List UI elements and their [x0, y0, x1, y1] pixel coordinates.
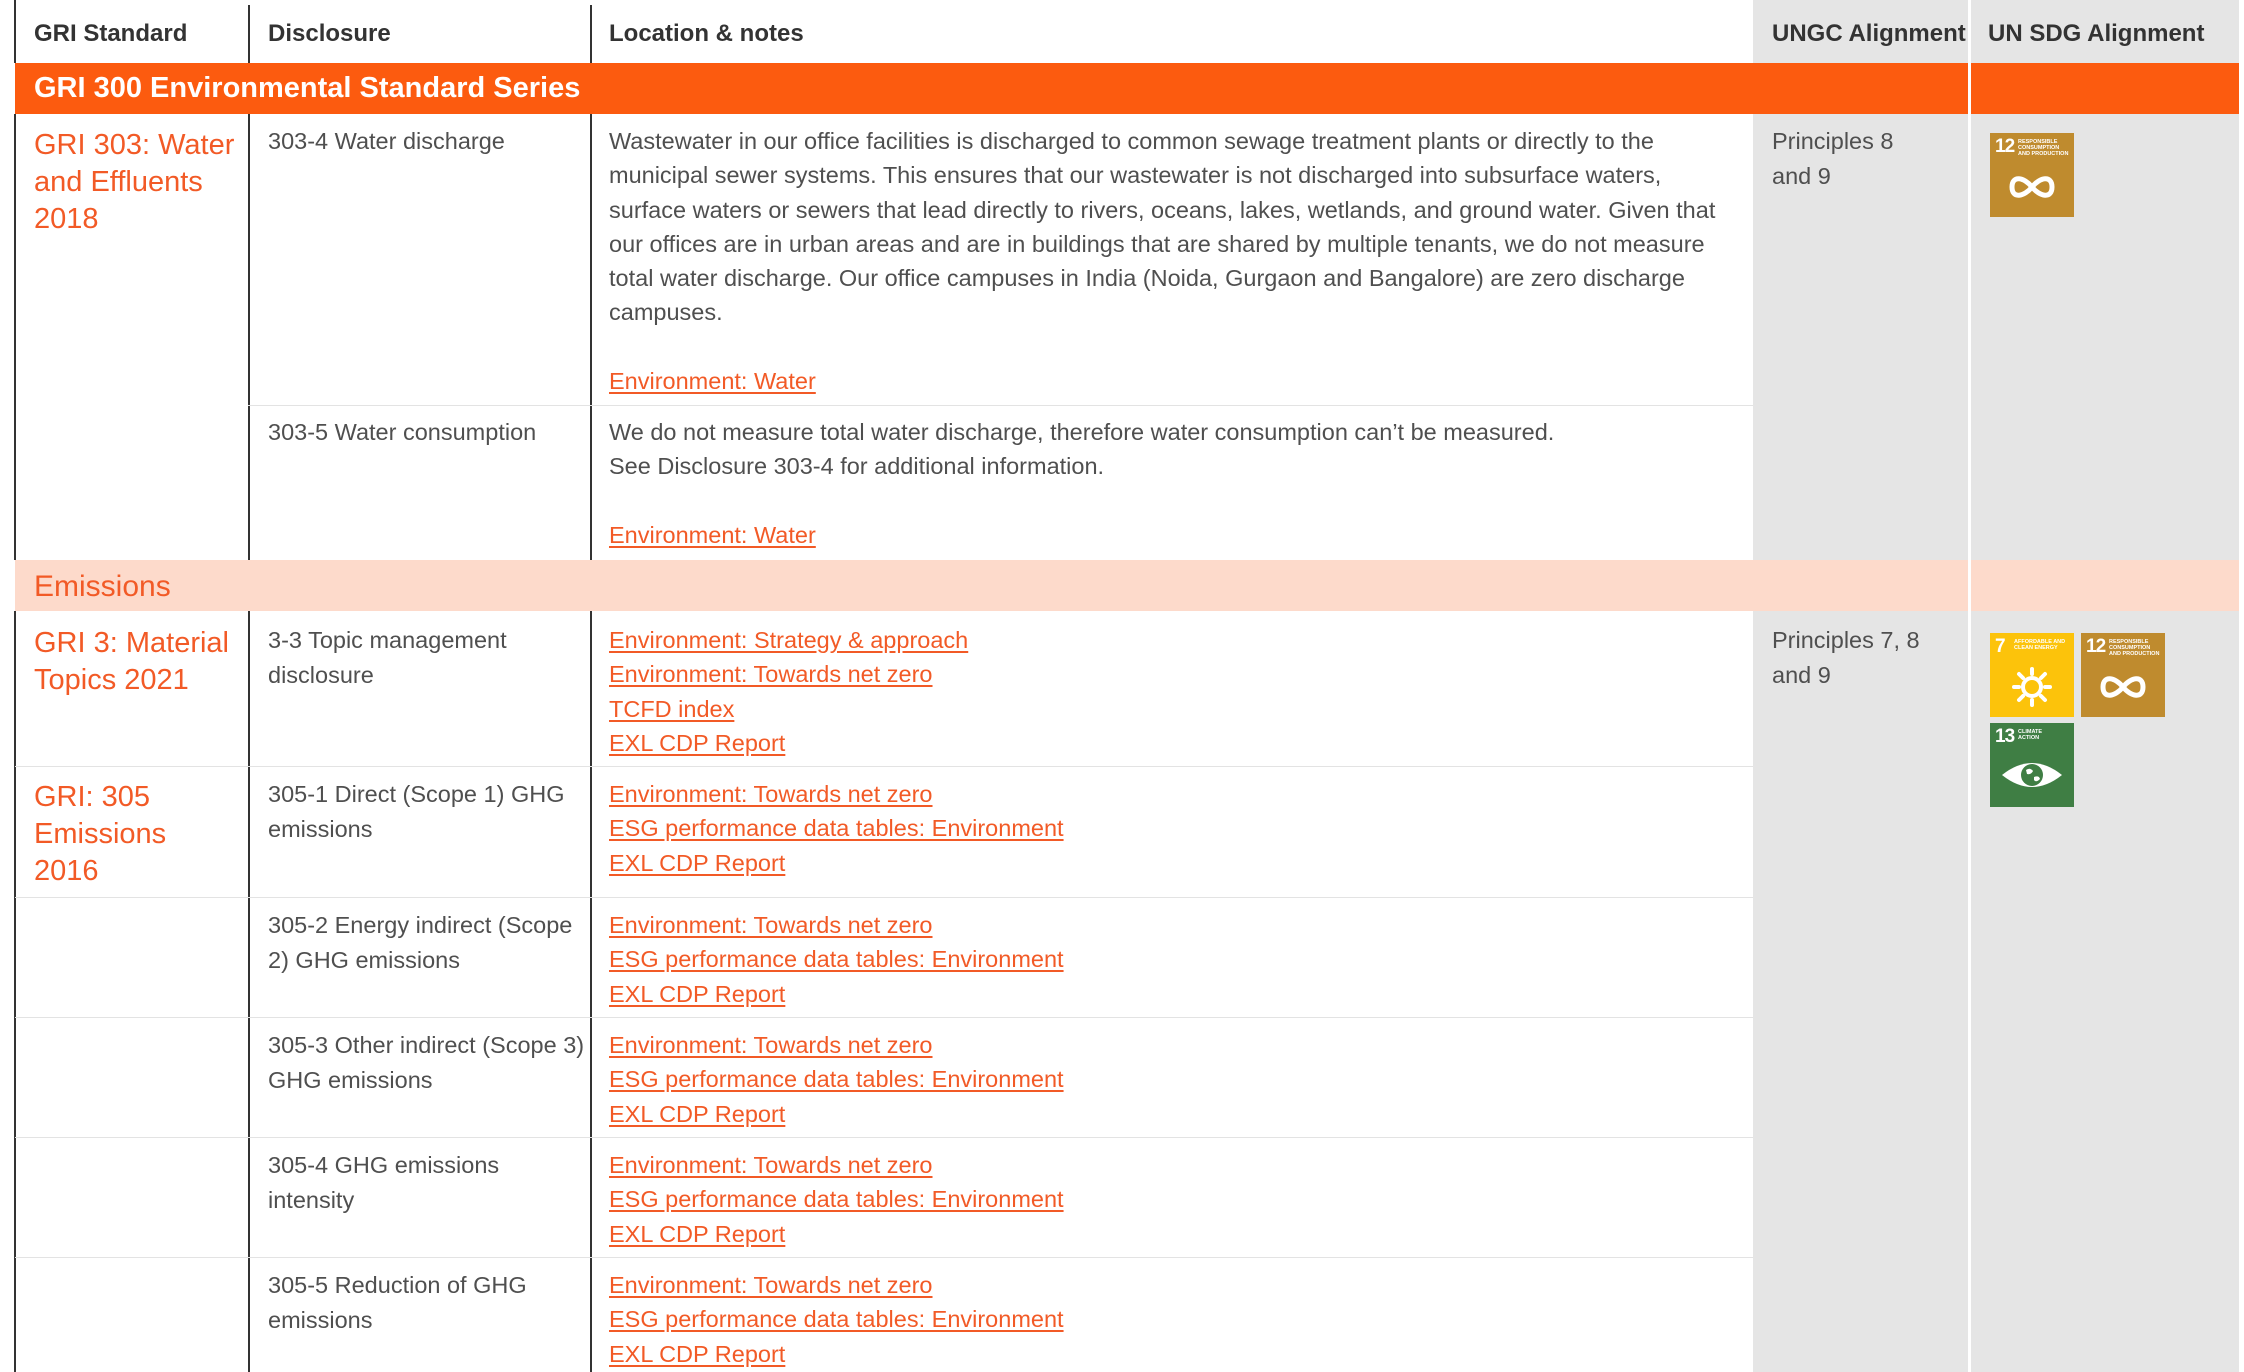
link-exl-cdp-report[interactable]: EXL CDP Report	[609, 726, 1739, 760]
link-esg-data-tables[interactable]: ESG performance data tables: Environment	[609, 1302, 1739, 1336]
link-esg-data-tables[interactable]: ESG performance data tables: Environment	[609, 1062, 1739, 1096]
link-environment-strategy[interactable]: Environment: Strategy & approach	[609, 623, 1739, 657]
row-divider	[15, 1257, 1753, 1258]
link-tcfd-index[interactable]: TCFD index	[609, 692, 1739, 726]
ungc-emissions: Principles 7, 8 and 9	[1772, 627, 1920, 688]
link-environment-net-zero[interactable]: Environment: Towards net zero	[609, 1148, 1739, 1182]
link-exl-cdp-report[interactable]: EXL CDP Report	[609, 977, 1739, 1011]
link-environment-net-zero[interactable]: Environment: Towards net zero	[609, 1028, 1739, 1062]
link-environment-net-zero[interactable]: Environment: Towards net zero	[609, 657, 1739, 691]
infinity-icon	[2100, 676, 2146, 698]
notes-305-4: Environment: Towards net zero ESG perfor…	[609, 1148, 1739, 1251]
notes-3-3: Environment: Strategy & approach Environ…	[609, 623, 1739, 760]
disclosure-305-3: 305-3 Other indirect (Scope 3) GHG emiss…	[268, 1032, 585, 1093]
sdg-7-icon: 7 AFFORDABLE AND CLEAN ENERGY	[1990, 633, 2074, 717]
sun-icon	[2012, 667, 2052, 707]
sdg-12-icon: 12 RESPONSIBLE CONSUMPTION AND PRODUCTIO…	[2081, 633, 2165, 717]
row-divider	[15, 766, 1753, 767]
emissions-band	[15, 560, 1968, 611]
row-divider	[15, 1017, 1753, 1018]
series-band-title: GRI 300 Environmental Standard Series	[34, 72, 581, 104]
emissions-band-title: Emissions	[34, 570, 171, 603]
notes-305-1: Environment: Towards net zero ESG perfor…	[609, 777, 1739, 880]
ungc-water: Principles 8 and 9	[1772, 128, 1894, 189]
notes-305-2: Environment: Towards net zero ESG perfor…	[609, 908, 1739, 1011]
disclosure-305-2: 305-2 Energy indirect (Scope 2) GHG emis…	[268, 912, 573, 973]
link-exl-cdp-report[interactable]: EXL CDP Report	[609, 1337, 1739, 1371]
header-sdg-alignment: UN SDG Alignment	[1988, 20, 2205, 47]
gri-index-table: GRI Standard Disclosure Location & notes…	[0, 0, 2244, 1372]
header-location-notes: Location & notes	[609, 20, 804, 47]
link-exl-cdp-report[interactable]: EXL CDP Report	[609, 846, 1739, 880]
disclosure-303-4: 303-4 Water discharge	[268, 128, 505, 154]
infinity-icon	[2009, 176, 2055, 198]
notes-305-3: Environment: Towards net zero ESG perfor…	[609, 1028, 1739, 1131]
header-gri-standard: GRI Standard	[34, 20, 188, 47]
link-environment-net-zero[interactable]: Environment: Towards net zero	[609, 1268, 1739, 1302]
standard-gri-303: GRI 303: Water and Effluents 2018	[34, 129, 235, 235]
disclosure-303-5: 303-5 Water consumption	[268, 419, 537, 445]
sdg-12-icon: 12 RESPONSIBLE CONSUMPTION AND PRODUCTIO…	[1990, 133, 2074, 217]
link-esg-data-tables[interactable]: ESG performance data tables: Environment	[609, 811, 1739, 845]
link-esg-data-tables[interactable]: ESG performance data tables: Environment	[609, 1182, 1739, 1216]
standard-gri-305: GRI: 305 Emissions 2016	[34, 781, 167, 887]
rule-left	[14, 0, 16, 63]
header-ungc-alignment: UNGC Alignment	[1772, 20, 1966, 47]
note-text: Wastewater in our office facilities is d…	[609, 128, 1716, 326]
link-exl-cdp-report[interactable]: EXL CDP Report	[609, 1097, 1739, 1131]
header-disclosure: Disclosure	[268, 20, 391, 47]
link-environment-net-zero[interactable]: Environment: Towards net zero	[609, 908, 1739, 942]
link-environment-water[interactable]: Environment: Water	[609, 364, 1739, 398]
rule-standard-disclosure	[248, 5, 250, 63]
row-divider	[15, 1137, 1753, 1138]
emissions-band-sdg-cell	[1971, 560, 2239, 611]
disclosure-3-3: 3-3 Topic management disclosure	[268, 627, 507, 688]
link-environment-net-zero[interactable]: Environment: Towards net zero	[609, 777, 1739, 811]
link-exl-cdp-report[interactable]: EXL CDP Report	[609, 1217, 1739, 1251]
note-text: We do not measure total water discharge,…	[609, 419, 1555, 445]
rule-disclosure-notes	[590, 5, 592, 63]
standard-gri-3: GRI 3: Material Topics 2021	[34, 627, 229, 696]
link-environment-water[interactable]: Environment: Water	[609, 518, 1739, 552]
row-divider	[15, 897, 1753, 898]
notes-303-4: Wastewater in our office facilities is d…	[609, 124, 1739, 398]
sdg-13-icon: 13 CLIMATE ACTION	[1990, 723, 2074, 807]
disclosure-305-1: 305-1 Direct (Scope 1) GHG emissions	[268, 781, 565, 842]
rule-left	[14, 114, 16, 560]
link-esg-data-tables[interactable]: ESG performance data tables: Environment	[609, 942, 1739, 976]
notes-303-5: We do not measure total water discharge,…	[609, 415, 1739, 552]
rule-disclosure-notes	[590, 114, 592, 560]
disclosure-305-5: 305-5 Reduction of GHG emissions	[268, 1272, 527, 1333]
notes-305-5: Environment: Towards net zero ESG perfor…	[609, 1268, 1739, 1371]
row-divider	[248, 405, 1753, 406]
eye-globe-icon	[2002, 763, 2062, 787]
disclosure-305-4: 305-4 GHG emissions intensity	[268, 1152, 500, 1213]
note-text: See Disclosure 303-4 for additional info…	[609, 453, 1105, 480]
series-band-sdg-cell	[1971, 63, 2239, 114]
